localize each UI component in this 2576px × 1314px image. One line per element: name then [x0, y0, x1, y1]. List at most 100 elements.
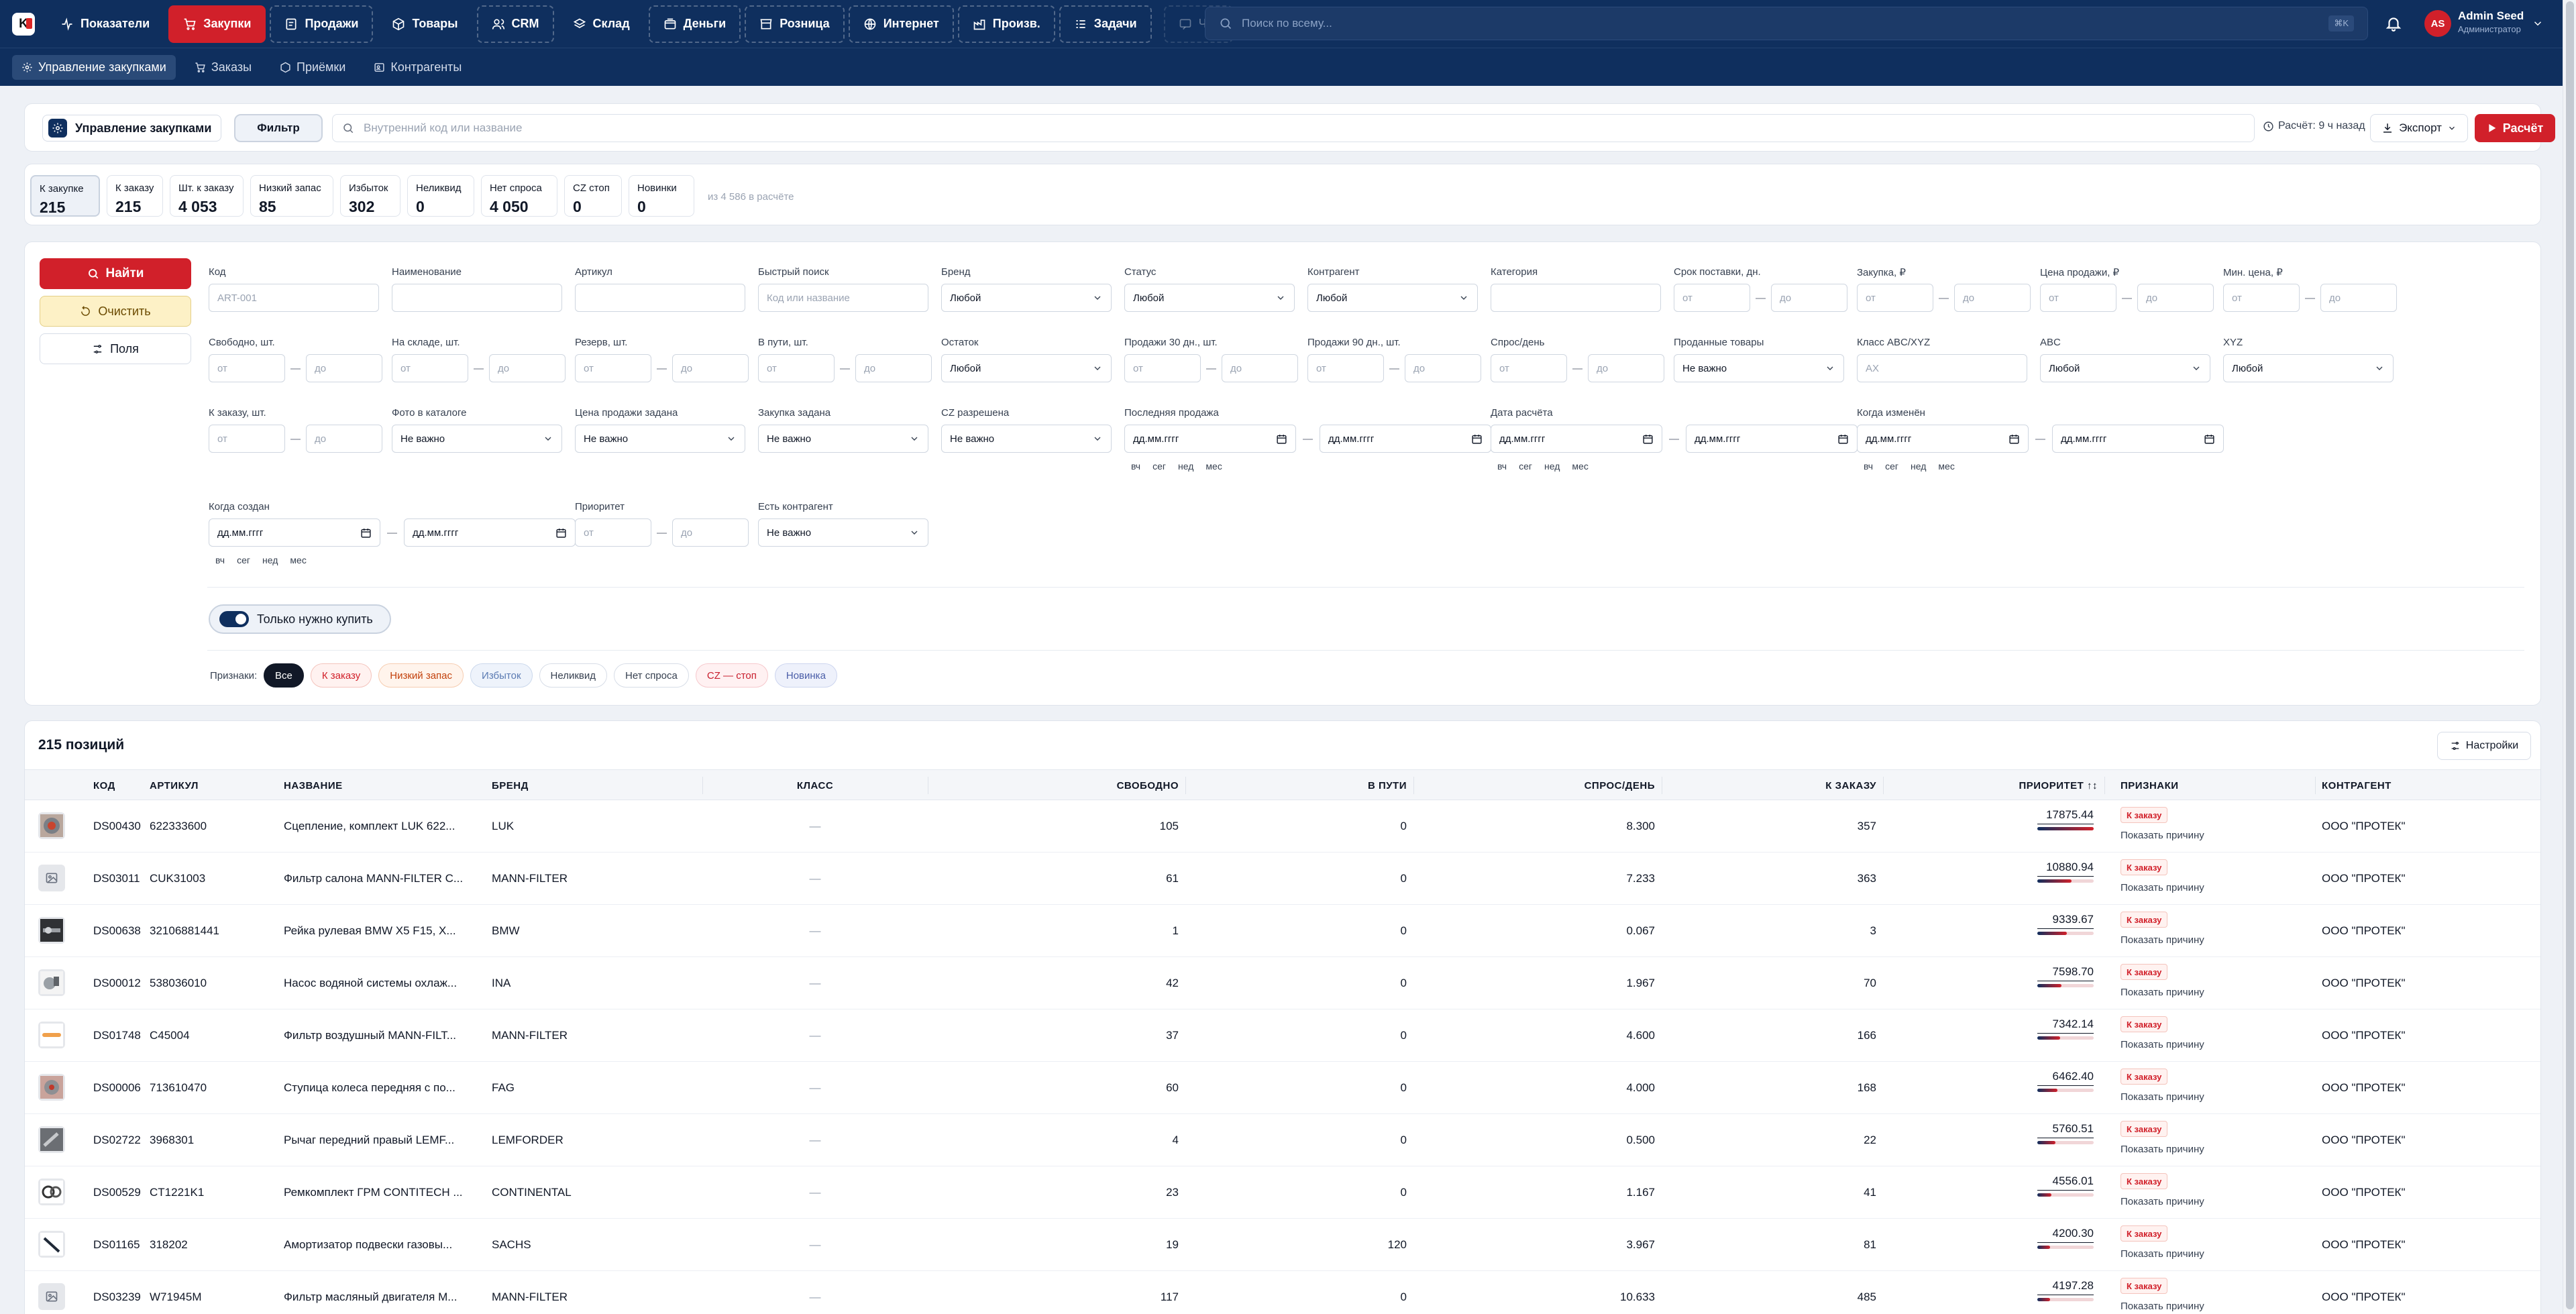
run-calculation-button[interactable]: Расчёт	[2475, 114, 2555, 142]
global-search-input[interactable]: Поиск по всему... ⌘K	[1205, 7, 2368, 40]
quick-yesterday[interactable]: вч	[1497, 461, 1507, 472]
abc-select[interactable]: Любой	[2040, 354, 2210, 382]
stat-illiquid[interactable]: Неликвид 0	[407, 175, 474, 217]
purchase-set-select[interactable]: Не важно	[758, 425, 928, 453]
show-reason-link[interactable]: Показать причину	[2121, 1091, 2204, 1103]
stat-to-purchase[interactable]: К закупке 215	[30, 175, 100, 217]
page-scrollbar[interactable]	[2563, 0, 2576, 1314]
sales90-to[interactable]: до	[1405, 354, 1481, 382]
product-thumbnail[interactable]	[38, 865, 65, 891]
col-priority[interactable]: ПРИОРИТЕТ ↑↕	[1883, 770, 2104, 801]
priority-to[interactable]: до	[672, 518, 749, 547]
photo-select[interactable]: Не важно	[392, 425, 562, 453]
stat-excess[interactable]: Избыток 302	[340, 175, 400, 217]
bell-icon[interactable]	[2385, 15, 2402, 32]
min-price-from[interactable]: от	[2223, 284, 2300, 312]
abcxyz-input[interactable]: AX	[1857, 354, 2027, 382]
col-class[interactable]: КЛАСС	[702, 770, 928, 801]
article-input[interactable]	[575, 284, 745, 312]
changed-to[interactable]: дд.мм.гггг	[2052, 425, 2224, 453]
sales30-to[interactable]: до	[1222, 354, 1298, 382]
category-input[interactable]	[1491, 284, 1661, 312]
last-sale-to[interactable]: дд.мм.гггг	[1320, 425, 1491, 453]
product-thumbnail[interactable]	[38, 1283, 65, 1310]
stat-low-stock[interactable]: Низкий запас 85	[250, 175, 333, 217]
product-thumbnail[interactable]	[38, 1022, 65, 1048]
nav-crm[interactable]: CRM	[476, 5, 554, 43]
toggle-switch[interactable]	[219, 611, 249, 627]
table-row[interactable]: DS00430 622333600 Сцепление, комплект LUK …	[25, 800, 2540, 853]
show-reason-link[interactable]: Показать причину	[2121, 1144, 2204, 1155]
quick-search-input[interactable]: Код или название	[758, 284, 928, 312]
status-select[interactable]: Любой	[1124, 284, 1295, 312]
product-thumbnail[interactable]	[38, 812, 65, 839]
last-sale-from[interactable]: дд.мм.гггг	[1124, 425, 1296, 453]
col-signs[interactable]: ПРИЗНАКИ	[2114, 770, 2315, 801]
reserve-from[interactable]: от	[575, 354, 651, 382]
free-to[interactable]: до	[306, 354, 382, 382]
col-article[interactable]: АРТИКУЛ	[143, 770, 277, 801]
stat-cz-stop[interactable]: CZ стоп 0	[564, 175, 622, 217]
chip-low-stock[interactable]: Низкий запас	[378, 663, 464, 688]
subnav-purchase-management[interactable]: Управление закупками	[12, 54, 176, 80]
chip-excess[interactable]: Избыток	[470, 663, 533, 688]
chip-illiquid[interactable]: Неликвид	[539, 663, 607, 688]
demand-from[interactable]: от	[1491, 354, 1567, 382]
product-search-input[interactable]: Внутренний код или название	[332, 114, 2255, 142]
nav-pokazateli[interactable]: Показатели	[46, 5, 164, 43]
quick-today[interactable]: сег	[1152, 461, 1166, 472]
demand-to[interactable]: до	[1588, 354, 1664, 382]
quick-month[interactable]: мес	[290, 555, 306, 565]
calc-date-to[interactable]: дд.мм.гггг	[1686, 425, 1858, 453]
nav-tovary[interactable]: Товары	[377, 5, 472, 43]
quick-week[interactable]: нед	[1178, 461, 1193, 472]
quick-week[interactable]: нед	[1911, 461, 1926, 472]
show-reason-link[interactable]: Показать причину	[2121, 1301, 2204, 1312]
show-reason-link[interactable]: Показать причину	[2121, 1039, 2204, 1050]
lead-time-to[interactable]: до	[1771, 284, 1847, 312]
filter-toggle-button[interactable]: Фильтр	[234, 114, 323, 142]
to-order-to[interactable]: до	[306, 425, 382, 453]
nav-zadachi[interactable]: Задачи	[1059, 5, 1152, 43]
col-name[interactable]: НАЗВАНИЕ	[277, 770, 485, 801]
name-input[interactable]	[392, 284, 562, 312]
priority-from[interactable]: от	[575, 518, 651, 547]
cz-select[interactable]: Не важно	[941, 425, 1112, 453]
lead-time-from[interactable]: от	[1674, 284, 1750, 312]
show-reason-link[interactable]: Показать причину	[2121, 1196, 2204, 1207]
clear-button[interactable]: Очистить	[40, 296, 191, 327]
product-thumbnail[interactable]	[38, 1179, 65, 1205]
chip-cz-stop[interactable]: CZ — стоп	[695, 663, 768, 688]
table-row[interactable]: DS03011 CUK31003 Фильтр салона MANN-FILTER…	[25, 853, 2540, 905]
col-to-order[interactable]: К ЗАКАЗУ	[1662, 770, 1883, 801]
scrollbar-thumb[interactable]	[2566, 1, 2574, 1309]
quick-month[interactable]: мес	[1572, 461, 1588, 472]
table-row[interactable]: DS01165 318202 Амортизатор подвески газовы…	[25, 1219, 2540, 1271]
free-from[interactable]: от	[209, 354, 285, 382]
in-stock-from[interactable]: от	[392, 354, 468, 382]
show-reason-link[interactable]: Показать причину	[2121, 1248, 2204, 1260]
chip-all[interactable]: Все	[264, 663, 304, 688]
show-reason-link[interactable]: Показать причину	[2121, 987, 2204, 998]
quick-today[interactable]: сег	[237, 555, 250, 565]
created-from[interactable]: дд.мм.гггг	[209, 518, 380, 547]
brand-select[interactable]: Любой	[941, 284, 1112, 312]
has-contractor-select[interactable]: Не важно	[758, 518, 928, 547]
user-menu[interactable]: Admin Seed Администратор	[2458, 9, 2524, 34]
stat-new[interactable]: Новинки 0	[629, 175, 694, 217]
quick-today[interactable]: сег	[1519, 461, 1532, 472]
find-button[interactable]: Найти	[40, 258, 191, 289]
subnav-orders[interactable]: Заказы	[185, 55, 261, 80]
col-code[interactable]: КОД	[87, 770, 143, 801]
table-row[interactable]: DS03239 W71945M Фильтр масляный двигателя …	[25, 1271, 2540, 1314]
table-row[interactable]: DS02722 3968301 Рычаг передний правый LEMF…	[25, 1114, 2540, 1166]
subnav-receipts[interactable]: Приёмки	[270, 55, 355, 80]
nav-sklad[interactable]: Склад	[558, 5, 645, 43]
chevron-down-icon[interactable]	[2532, 17, 2544, 30]
nav-proizv[interactable]: Произв.	[957, 5, 1055, 43]
in-stock-to[interactable]: до	[489, 354, 566, 382]
quick-week[interactable]: нед	[262, 555, 278, 565]
changed-from[interactable]: дд.мм.гггг	[1857, 425, 2029, 453]
nav-internet[interactable]: Интернет	[848, 5, 954, 43]
to-order-from[interactable]: от	[209, 425, 285, 453]
